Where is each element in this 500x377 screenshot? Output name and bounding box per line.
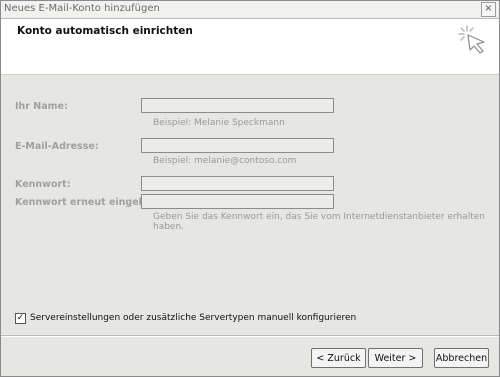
email-hint: Beispiel: melanie@contoso.com [153,156,297,166]
password-hint: Geben Sie das Kennwort ein, das Sie vom … [153,212,485,232]
cursor-sparkle-icon [458,25,485,54]
window-title: Neues E-Mail-Konto hinzufügen [4,3,160,14]
password-repeat-field[interactable] [141,194,334,209]
page-title: Konto automatisch einrichten [17,25,193,37]
name-label: Ihr Name: [15,101,68,112]
close-button[interactable]: × [481,2,496,17]
next-button[interactable]: Weiter > [368,348,423,368]
manual-config-checkbox[interactable]: ✓ [15,313,26,324]
password-label: Kennwort: [15,179,71,190]
manual-config-label[interactable]: Servereinstellungen oder zusätzliche Ser… [30,313,356,323]
add-email-account-dialog: Neues E-Mail-Konto hinzufügen × Konto au… [0,0,500,377]
password-field[interactable] [141,176,334,191]
name-hint: Beispiel: Melanie Speckmann [153,118,285,128]
cancel-button[interactable]: Abbrechen [434,348,489,368]
back-button[interactable]: < Zurück [311,348,366,368]
name-field[interactable] [141,98,334,113]
checkmark-icon: ✓ [16,313,25,323]
wizard-header: Konto automatisch einrichten [1,19,499,75]
close-icon: × [484,3,493,14]
email-label: E-Mail-Adresse: [15,141,99,152]
title-bar: Neues E-Mail-Konto hinzufügen × [1,1,499,19]
divider [1,335,499,337]
email-field[interactable] [141,138,334,153]
